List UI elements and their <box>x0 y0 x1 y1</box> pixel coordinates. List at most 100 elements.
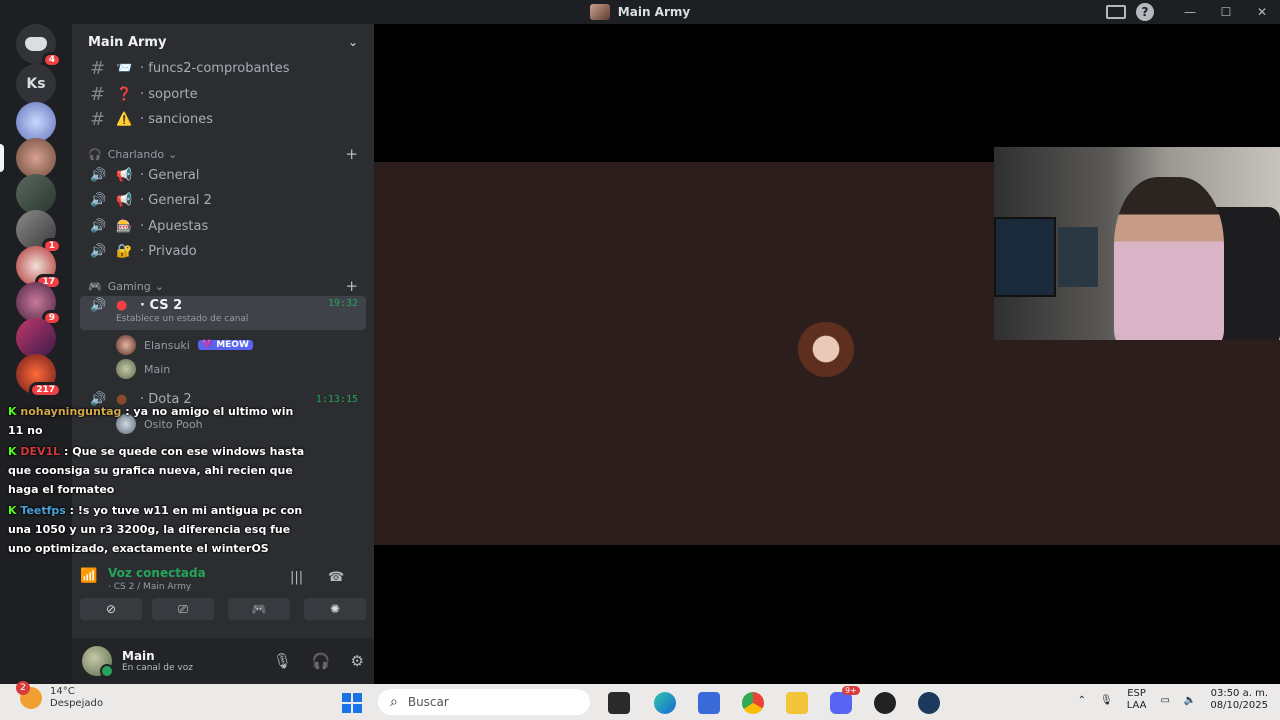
channel-label: · General 2 <box>140 192 212 208</box>
add-channel-icon[interactable]: + <box>345 145 358 163</box>
voice-user-elansuki[interactable]: Elansuki 💜 MEOW <box>116 333 253 357</box>
chrome-icon[interactable] <box>742 692 764 714</box>
voice-channel-general-2[interactable]: 🔊 📢 · General 2 <box>80 188 366 212</box>
voice-user-main[interactable]: Main <box>116 357 170 381</box>
channel-label: · Apuestas <box>140 218 209 234</box>
minimize-button[interactable]: — <box>1172 0 1208 24</box>
avatar[interactable] <box>82 646 114 678</box>
gamepad-icon: 🎮 <box>251 602 267 616</box>
soundboard-button[interactable]: ✺ <box>304 598 366 620</box>
server-icon-main-army[interactable] <box>16 138 56 178</box>
clock-date: 08/10/2025 <box>1210 700 1268 711</box>
server-header[interactable]: Main Army ⌄ <box>72 24 374 60</box>
webcam-monitor <box>1058 227 1098 287</box>
hash-icon: # <box>90 83 106 105</box>
server-icon-3[interactable]: 1 <box>16 210 62 254</box>
microphone-icon[interactable]: 🎙 <box>273 652 292 670</box>
speaking-user-avatar[interactable] <box>794 322 858 382</box>
store-icon[interactable] <box>698 692 720 714</box>
keyboard-layout: LAA <box>1126 700 1147 711</box>
headphones-icon[interactable]: 🎧 <box>312 652 331 670</box>
voice-status-sub[interactable]: · CS 2 / Main Army <box>108 582 191 592</box>
file-explorer-icon[interactable] <box>786 692 808 714</box>
weather-badge: 2 <box>16 681 30 695</box>
window-title-text: Main Army <box>617 5 691 19</box>
chat-message: K nohayninguntag : ya no amigo el ultimo… <box>8 402 308 440</box>
gear-icon[interactable]: ⚙ <box>351 652 364 670</box>
start-button[interactable] <box>342 693 362 713</box>
maximize-button[interactable]: ☐ <box>1208 0 1244 24</box>
chat-username: Teetfps <box>20 504 66 517</box>
stream-stage <box>374 24 1280 684</box>
steam-icon[interactable] <box>918 692 940 714</box>
channel-sanciones[interactable]: # ⚠️ · sanciones <box>80 107 366 131</box>
help-icon[interactable]: ? <box>1136 3 1154 21</box>
server-icon-5[interactable]: 9 <box>16 282 62 326</box>
server-icon-4[interactable]: 17 <box>16 246 62 290</box>
close-button[interactable]: ✕ <box>1244 0 1280 24</box>
disconnect-icon[interactable]: ☎ <box>328 570 344 585</box>
window-titlebar: Main Army ? — ☐ ✕ <box>0 0 1280 24</box>
discord-icon[interactable]: 9+ <box>830 686 860 714</box>
chat-message: K DEV1L : Que se quede con ese windows h… <box>8 442 308 499</box>
microphone-icon[interactable]: 🎙 <box>1100 695 1113 706</box>
activities-button[interactable]: 🎮 <box>228 598 290 620</box>
network-icon[interactable]: ▭ <box>1160 695 1169 706</box>
headphones-icon: 🎧 <box>88 147 102 161</box>
webcam-person <box>1114 177 1224 340</box>
weather-widget[interactable]: 2 14°C Despejado <box>16 681 103 710</box>
speaker-icon: 🔊 <box>90 298 107 313</box>
inbox-icon[interactable] <box>1106 5 1126 19</box>
taskbar-search[interactable]: ⌕ Buscar <box>378 689 590 715</box>
channel-label: · sanciones <box>140 111 213 127</box>
channel-funcs2-comprobantes[interactable]: # 📨 · funcs2-comprobantes <box>80 56 366 80</box>
category-charlando[interactable]: 🎧 Charlando ⌄ + <box>88 145 358 163</box>
stream-chat-overlay: K nohayninguntag : ya no amigo el ultimo… <box>8 402 308 558</box>
voice-status-title[interactable]: Voz conectada <box>80 566 206 580</box>
server-icon-6[interactable] <box>16 318 56 358</box>
user-panel: Main En canal de voz 🎙 🎧 ⚙ <box>72 638 374 684</box>
soundboard-icon: ✺ <box>329 602 341 616</box>
discord-taskbar-badge: 9+ <box>842 686 860 695</box>
server-icon-1[interactable] <box>16 102 56 142</box>
avatar <box>116 359 136 379</box>
avatar <box>116 335 136 355</box>
voice-channel-cs2[interactable]: 🔊 ● · CS 2 19:32 Establece un estado de … <box>80 296 366 330</box>
direct-messages-button[interactable]: 4 <box>16 24 62 68</box>
camera-off-button[interactable]: ⊘ <box>80 598 142 620</box>
voice-connected-panel: 📶 Voz conectada · CS 2 / Main Army ||| ☎… <box>80 560 366 636</box>
voice-channel-apuestas[interactable]: 🔊 🎰 · Apuestas <box>80 214 366 238</box>
channel-emoji: 🎰 <box>116 218 133 234</box>
camera-off-icon: ⊘ <box>105 602 117 616</box>
speaker-icon: 🔊 <box>90 167 107 183</box>
screen-share-button[interactable]: ⎚ <box>152 598 214 620</box>
language-indicator[interactable]: ESP LAA <box>1127 688 1147 712</box>
obs-icon[interactable] <box>874 692 896 714</box>
chat-message: K Teetfps : !s yo tuve w11 en mi antigua… <box>8 501 308 558</box>
server-icon-2[interactable] <box>16 174 56 214</box>
noise-suppression-icon[interactable]: ||| <box>290 570 303 585</box>
gamepad-icon: 🎮 <box>88 279 102 293</box>
channel-emoji: 🔐 <box>116 243 133 259</box>
voice-channel-privado[interactable]: 🔊 🔐 · Privado <box>80 239 366 263</box>
kick-badge-icon: K <box>8 504 17 517</box>
weather-temp: 14°C <box>50 686 75 697</box>
edge-icon[interactable] <box>654 692 676 714</box>
category-gaming[interactable]: 🎮 Gaming ⌄ + <box>88 277 358 295</box>
task-view-icon[interactable] <box>608 692 630 714</box>
chevron-up-icon[interactable]: ⌃ <box>1078 695 1086 706</box>
channel-soporte[interactable]: # ❓ · soporte <box>80 82 366 106</box>
language-code: ESP <box>1127 688 1146 699</box>
weather-sun-icon: 2 <box>16 681 42 709</box>
channel-emoji: 📢 <box>116 192 133 208</box>
chevron-down-icon: ⌄ <box>347 35 358 49</box>
channel-label: · CS 2 <box>140 298 183 313</box>
clock[interactable]: 03:50 a. m. 08/10/2025 <box>1210 688 1268 712</box>
add-channel-icon[interactable]: + <box>345 277 358 295</box>
voice-channel-general[interactable]: 🔊 📢 · General <box>80 163 366 187</box>
volume-icon[interactable]: 🔈 <box>1184 695 1196 706</box>
channel-status[interactable]: Establece un estado de canal <box>116 314 248 324</box>
server-icon-7[interactable]: 217 <box>16 354 62 398</box>
server-ks[interactable]: Ks <box>16 64 56 104</box>
user-status: En canal de voz <box>122 663 193 673</box>
